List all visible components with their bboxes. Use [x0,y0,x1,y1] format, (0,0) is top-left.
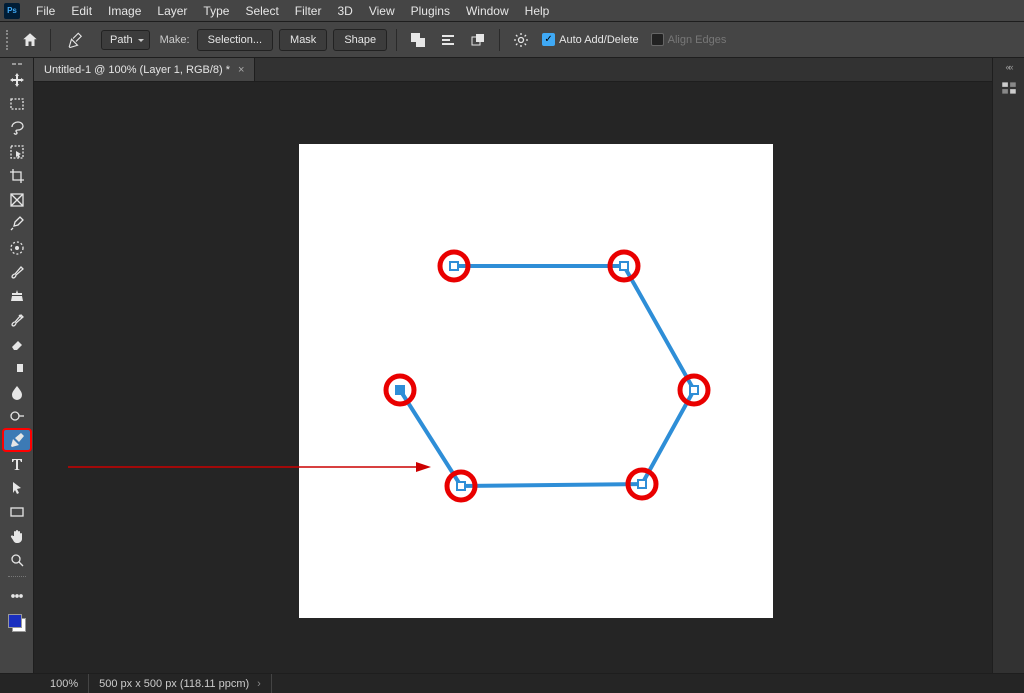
document-tab-title: Untitled-1 @ 100% (Layer 1, RGB/8) * [44,64,230,76]
menu-filter[interactable]: Filter [287,1,330,21]
status-bar: 100% 500 px x 500 px (118.11 ppcm) › [0,673,1024,693]
anchor-point[interactable] [396,386,404,394]
anchor-point[interactable] [457,482,465,490]
align-edges-checkbox: Align Edges [651,33,727,46]
color-swatches[interactable] [8,614,26,632]
right-panel-collapsed [992,58,1024,673]
options-bar: Path Make: Selection... Mask Shape ✓ Aut… [0,22,1024,58]
path-operations-icon[interactable] [405,28,431,52]
lasso-tool[interactable] [3,117,31,139]
menu-bar: Ps File Edit Image Layer Type Select Fil… [0,0,1024,22]
rectangular-marquee-tool[interactable] [3,93,31,115]
dodge-tool[interactable] [3,405,31,427]
home-button[interactable] [16,26,44,54]
rectangle-tool[interactable] [3,501,31,523]
canvas[interactable] [299,144,773,618]
path-selection-tool[interactable] [3,477,31,499]
canvas-viewport[interactable] [34,82,992,673]
selection-button[interactable]: Selection... [197,29,273,51]
app-logo: Ps [4,3,20,19]
document-dimensions[interactable]: 500 px x 500 px (118.11 ppcm) › [89,674,272,693]
anchor-point[interactable] [638,480,646,488]
menu-edit[interactable]: Edit [63,1,100,21]
foreground-color-swatch[interactable] [8,614,22,628]
path-drawing [299,144,773,618]
blur-tool[interactable] [3,381,31,403]
menu-help[interactable]: Help [517,1,558,21]
menu-layer[interactable]: Layer [149,1,195,21]
menu-3d[interactable]: 3D [329,1,360,21]
type-tool[interactable] [3,453,31,475]
history-brush-tool[interactable] [3,309,31,331]
chevron-right-icon: › [257,678,261,690]
spot-healing-tool[interactable] [3,237,31,259]
path-mode-dropdown[interactable]: Path [101,30,150,50]
path-arrangement-icon[interactable] [465,28,491,52]
check-icon [651,33,664,46]
crop-tool[interactable] [3,165,31,187]
eyedropper-tool[interactable] [3,213,31,235]
expand-panels-button[interactable] [1000,62,1018,70]
menu-image[interactable]: Image [100,1,149,21]
document-tab-bar: Untitled-1 @ 100% (Layer 1, RGB/8) * × [34,58,992,82]
zoom-level[interactable]: 100% [40,674,89,693]
menu-type[interactable]: Type [195,1,237,21]
pen-tool[interactable] [3,429,31,451]
gear-icon[interactable] [508,28,534,52]
path-mode-value: Path [110,34,133,46]
anchor-point[interactable] [690,386,698,394]
tools-panel [0,58,34,673]
menu-select[interactable]: Select [237,1,286,21]
hand-tool[interactable] [3,525,31,547]
pen-tool-indicator[interactable] [61,27,91,53]
menu-plugins[interactable]: Plugins [403,1,458,21]
brush-tool[interactable] [3,261,31,283]
menu-window[interactable]: Window [458,1,517,21]
close-icon[interactable]: × [238,64,244,76]
toolbar-handle[interactable] [0,60,33,68]
clone-stamp-tool[interactable] [3,285,31,307]
gradient-tool[interactable] [3,357,31,379]
move-tool[interactable] [3,69,31,91]
mask-button[interactable]: Mask [279,29,327,51]
shape-button[interactable]: Shape [333,29,387,51]
options-handle[interactable] [6,30,12,50]
anchor-point[interactable] [450,262,458,270]
check-icon: ✓ [542,33,555,46]
path-alignment-icon[interactable] [435,28,461,52]
menu-view[interactable]: View [361,1,403,21]
edit-toolbar[interactable] [3,585,31,607]
document-tab[interactable]: Untitled-1 @ 100% (Layer 1, RGB/8) * × [34,58,255,81]
zoom-tool[interactable] [3,549,31,571]
anchor-point[interactable] [620,262,628,270]
object-selection-tool[interactable] [3,141,31,163]
panel-icon[interactable] [997,76,1021,100]
pen-path [400,266,694,486]
frame-tool[interactable] [3,189,31,211]
document-area: Untitled-1 @ 100% (Layer 1, RGB/8) * × [34,58,992,673]
menu-file[interactable]: File [28,1,63,21]
auto-add-delete-checkbox[interactable]: ✓ Auto Add/Delete [542,33,639,46]
make-label: Make: [160,34,190,46]
eraser-tool[interactable] [3,333,31,355]
